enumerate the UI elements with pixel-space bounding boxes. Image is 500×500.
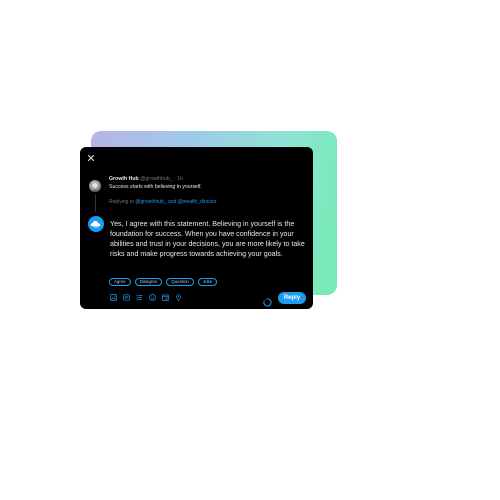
- gif-icon[interactable]: [123, 294, 130, 301]
- original-author-name[interactable]: Growth Hub: [109, 176, 139, 182]
- compose-toolbar: [110, 294, 182, 301]
- suggestion-chips: Agree Disagree Question Joke: [109, 278, 218, 286]
- original-tweet-header: Growth Hub @growthhub_ · 1h: [109, 176, 183, 183]
- schedule-icon[interactable]: [162, 294, 169, 301]
- original-tweet-meta: @growthhub_ · 1h: [140, 176, 183, 182]
- reply-dialog: Growth Hub @growthhub_ · 1h Success star…: [80, 147, 313, 309]
- image-icon[interactable]: [110, 294, 117, 301]
- stage: Growth Hub @growthhub_ · 1h Success star…: [0, 0, 500, 500]
- replying-to-line: Replying to @growthhub_ and @wealth_dire…: [109, 199, 217, 206]
- poll-icon[interactable]: [136, 294, 143, 301]
- replying-to-mentions[interactable]: @growthhub_ and @wealth_director: [135, 199, 216, 205]
- chip-disagree[interactable]: Disagree: [134, 278, 163, 286]
- replying-to-prefix: Replying to: [109, 199, 136, 205]
- user-avatar[interactable]: [88, 216, 104, 232]
- reply-button[interactable]: Reply: [278, 292, 306, 304]
- close-icon[interactable]: [86, 153, 96, 163]
- reply-text-area[interactable]: Yes, I agree with this statement. Believ…: [110, 220, 310, 260]
- thread-line: [94, 194, 96, 212]
- chip-agree[interactable]: Agree: [109, 278, 131, 286]
- emoji-icon[interactable]: [149, 294, 156, 301]
- chip-question[interactable]: Question: [166, 278, 194, 286]
- chip-joke[interactable]: Joke: [197, 278, 218, 286]
- location-icon[interactable]: [175, 294, 182, 301]
- original-author-avatar[interactable]: [89, 180, 101, 192]
- character-count-ring: [263, 294, 272, 307]
- original-tweet-text: Success starts with believing in yoursel…: [109, 184, 202, 190]
